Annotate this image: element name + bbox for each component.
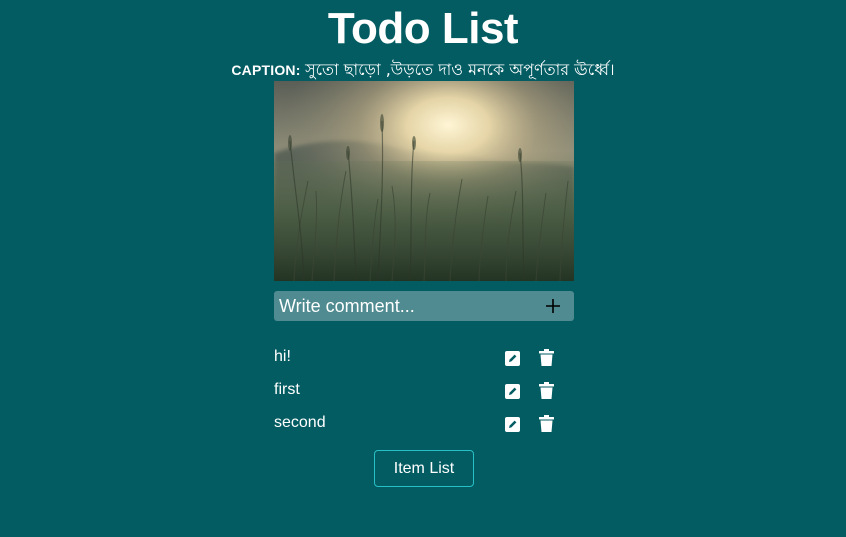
comment-input[interactable] <box>274 291 536 321</box>
list-item: second <box>274 407 574 440</box>
edit-icon[interactable] <box>505 351 520 366</box>
trash-icon[interactable] <box>539 349 554 366</box>
list-item: hi! <box>274 341 574 374</box>
trash-icon[interactable] <box>539 382 554 399</box>
todo-item-text: hi! <box>274 348 291 365</box>
item-list-button[interactable]: Item List <box>374 450 474 487</box>
todo-list: hi! first second <box>274 341 574 440</box>
edit-icon[interactable] <box>505 384 520 399</box>
list-item: first <box>274 374 574 407</box>
post-photo <box>274 81 574 281</box>
todo-item-text: first <box>274 381 300 398</box>
page-title: Todo List <box>327 4 519 53</box>
caption: CAPTION: সুতো ছাড়ো ,উড়তে দাও মনকে অপূর… <box>0 60 846 81</box>
caption-label: CAPTION: <box>231 62 301 78</box>
todo-item-text: second <box>274 414 326 431</box>
comment-bar <box>274 291 574 321</box>
caption-text: সুতো ছাড়ো ,উড়তে দাও মনকে অপূর্ণতার ঊর্… <box>305 60 615 79</box>
edit-icon[interactable] <box>505 417 520 432</box>
trash-icon[interactable] <box>539 415 554 432</box>
plus-icon[interactable] <box>544 297 562 315</box>
